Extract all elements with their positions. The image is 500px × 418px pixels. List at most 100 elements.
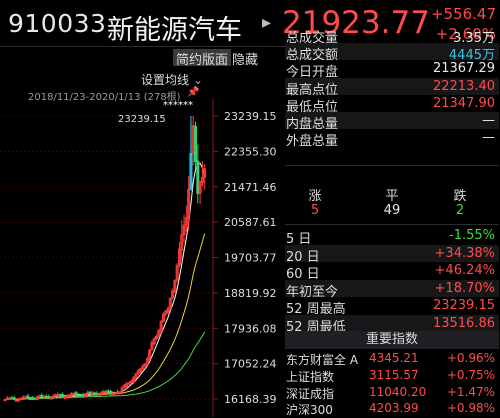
- candle-body: [72, 393, 76, 396]
- candle-body: [113, 392, 117, 395]
- down-label: 跌: [453, 189, 467, 204]
- stat-value: 22213.40: [432, 78, 495, 94]
- period-value: +34.38%: [434, 245, 495, 261]
- y-tick-label: 19703.77: [224, 252, 277, 265]
- tab-simple-layout[interactable]: 简约版面: [173, 49, 232, 68]
- candle-body: [109, 390, 113, 394]
- index-value: 3115.57: [369, 367, 419, 382]
- tab-hide[interactable]: 隐藏: [229, 49, 261, 68]
- index-pct: +0.75%: [446, 367, 495, 382]
- candle-body: [194, 126, 198, 163]
- candle-body: [63, 396, 67, 399]
- candle-body: [44, 395, 48, 399]
- candle-body: [17, 399, 21, 402]
- candle-body: [58, 394, 62, 397]
- candle-body: [54, 394, 57, 397]
- stat-row: 总成交额 4445万: [285, 44, 499, 64]
- index-row[interactable]: 上证指数 3115.57 +0.75%: [285, 368, 499, 384]
- divider: [285, 224, 499, 225]
- index-row[interactable]: 深证成指 11040.20 +1.47%: [285, 385, 499, 401]
- y-tick-label: 20587.61: [224, 216, 277, 229]
- price-change: +556.47: [430, 5, 496, 23]
- candle-body: [31, 398, 35, 401]
- candle-body: [60, 394, 64, 397]
- divider: [285, 165, 499, 166]
- pin-icon[interactable]: 📌: [187, 87, 199, 98]
- candle-body: [79, 394, 83, 397]
- candle-body: [33, 397, 37, 400]
- candle-body: [10, 397, 14, 400]
- candle-body: [5, 397, 9, 400]
- candle-body: [14, 399, 18, 402]
- index-row[interactable]: 东方财富全 A 4345.21 +0.96%: [285, 351, 499, 367]
- candle-body: [115, 391, 119, 394]
- period-value: +18.70%: [434, 280, 495, 296]
- candlestick-chart[interactable]: 23239.15 22355.30 21471.46 20587.61 19703.77…: [0, 99, 284, 417]
- candle-body: [24, 396, 28, 399]
- period-row: 60 日 +46.24%: [285, 263, 499, 282]
- flat-count: 49: [383, 203, 401, 218]
- stat-label: 总成交额: [286, 48, 339, 64]
- stats-panel: 总成交量 3.35万 总成交额 4445万 今日开盘 21367.29 最高点位 22213.…: [285, 24, 500, 417]
- stat-value: 21347.90: [432, 95, 495, 111]
- y-tick-label: 17052.24: [224, 358, 277, 371]
- candle-body: [28, 397, 32, 400]
- markers: ******: [163, 100, 193, 111]
- candle-body: [102, 391, 106, 394]
- period-value: +46.24%: [434, 263, 495, 278]
- y-tick-label: 23239.15: [224, 110, 277, 123]
- candle-body: [106, 390, 110, 393]
- index-pct: +0.96%: [446, 351, 495, 365]
- kline-panel: 简约版面 隐藏 设置均线 ⌄ 2018/11/23-2020/1/13 (278根…: [0, 47, 284, 417]
- stat-label: 内盘总量: [286, 117, 339, 132]
- up-count: 5: [310, 203, 320, 218]
- candle-body: [111, 393, 115, 396]
- stat-row: 外盘总量 —: [285, 130, 499, 150]
- candle-body: [65, 395, 69, 398]
- chevron-down-icon: ⌄: [193, 73, 204, 87]
- period-label: 年初至今: [286, 284, 339, 300]
- ma-settings-button[interactable]: 设置均线 ⌄: [141, 71, 203, 88]
- candle-body: [90, 392, 94, 395]
- candle-body: [88, 391, 92, 394]
- up-label: 涨: [308, 189, 322, 204]
- stat-row: 最高点位 22213.40: [285, 78, 499, 98]
- period-row: 年初至今 +18.70%: [285, 280, 499, 300]
- index-row[interactable]: 沪深300 4203.99 +0.98%: [285, 401, 499, 417]
- stat-row: 总成交量 3.35万: [285, 27, 499, 46]
- candle-body: [26, 395, 30, 399]
- y-tick-label: 22355.30: [224, 145, 277, 158]
- period-row: 52 周最高 23239.15: [285, 298, 499, 317]
- period-value: -1.55%: [449, 228, 495, 243]
- period-row: 20 日 +34.38%: [285, 245, 499, 265]
- y-tick-label: 18819.92: [224, 287, 277, 300]
- y-axis-ticks: 23239.15 22355.30 21471.46 20587.61 19703.77…: [213, 110, 277, 406]
- stat-value: —: [482, 113, 495, 128]
- index-value: 4203.99: [369, 401, 419, 416]
- candle-body: [95, 392, 99, 396]
- flat-label: 平: [385, 189, 399, 204]
- y-tick-label: 21471.46: [224, 181, 277, 194]
- stat-label: 外盘总量: [286, 134, 339, 150]
- stat-row: 内盘总量 —: [285, 113, 499, 132]
- candle-body: [74, 392, 78, 395]
- stat-label: 最高点位: [286, 82, 339, 98]
- index-name: 沪深300: [286, 403, 333, 418]
- stat-value: 21367.29: [432, 61, 495, 77]
- period-value: 23239.15: [432, 298, 495, 313]
- index-name: 上证指数: [286, 369, 335, 384]
- expand-arrow-icon[interactable]: ▸: [262, 12, 271, 33]
- candle-body: [127, 382, 131, 385]
- index-value: 4345.21: [369, 351, 419, 365]
- stat-row: 最低点位 21347.90: [285, 95, 499, 115]
- security-name: 新能源汽车: [107, 15, 242, 46]
- ma-settings-label: 设置均线: [141, 73, 190, 87]
- ma60-line: [4, 331, 206, 401]
- important-indices-header: 重要指数: [285, 331, 499, 349]
- index-name: 东方财富全 A: [286, 353, 359, 367]
- market-breadth: 涨 平 跌 5 49 2: [285, 185, 499, 221]
- period-row: 52 周最低 13516.86: [285, 316, 499, 335]
- ma20-line: [4, 233, 206, 401]
- stat-row: 今日开盘 21367.29: [285, 61, 499, 80]
- candle-body: [67, 394, 71, 397]
